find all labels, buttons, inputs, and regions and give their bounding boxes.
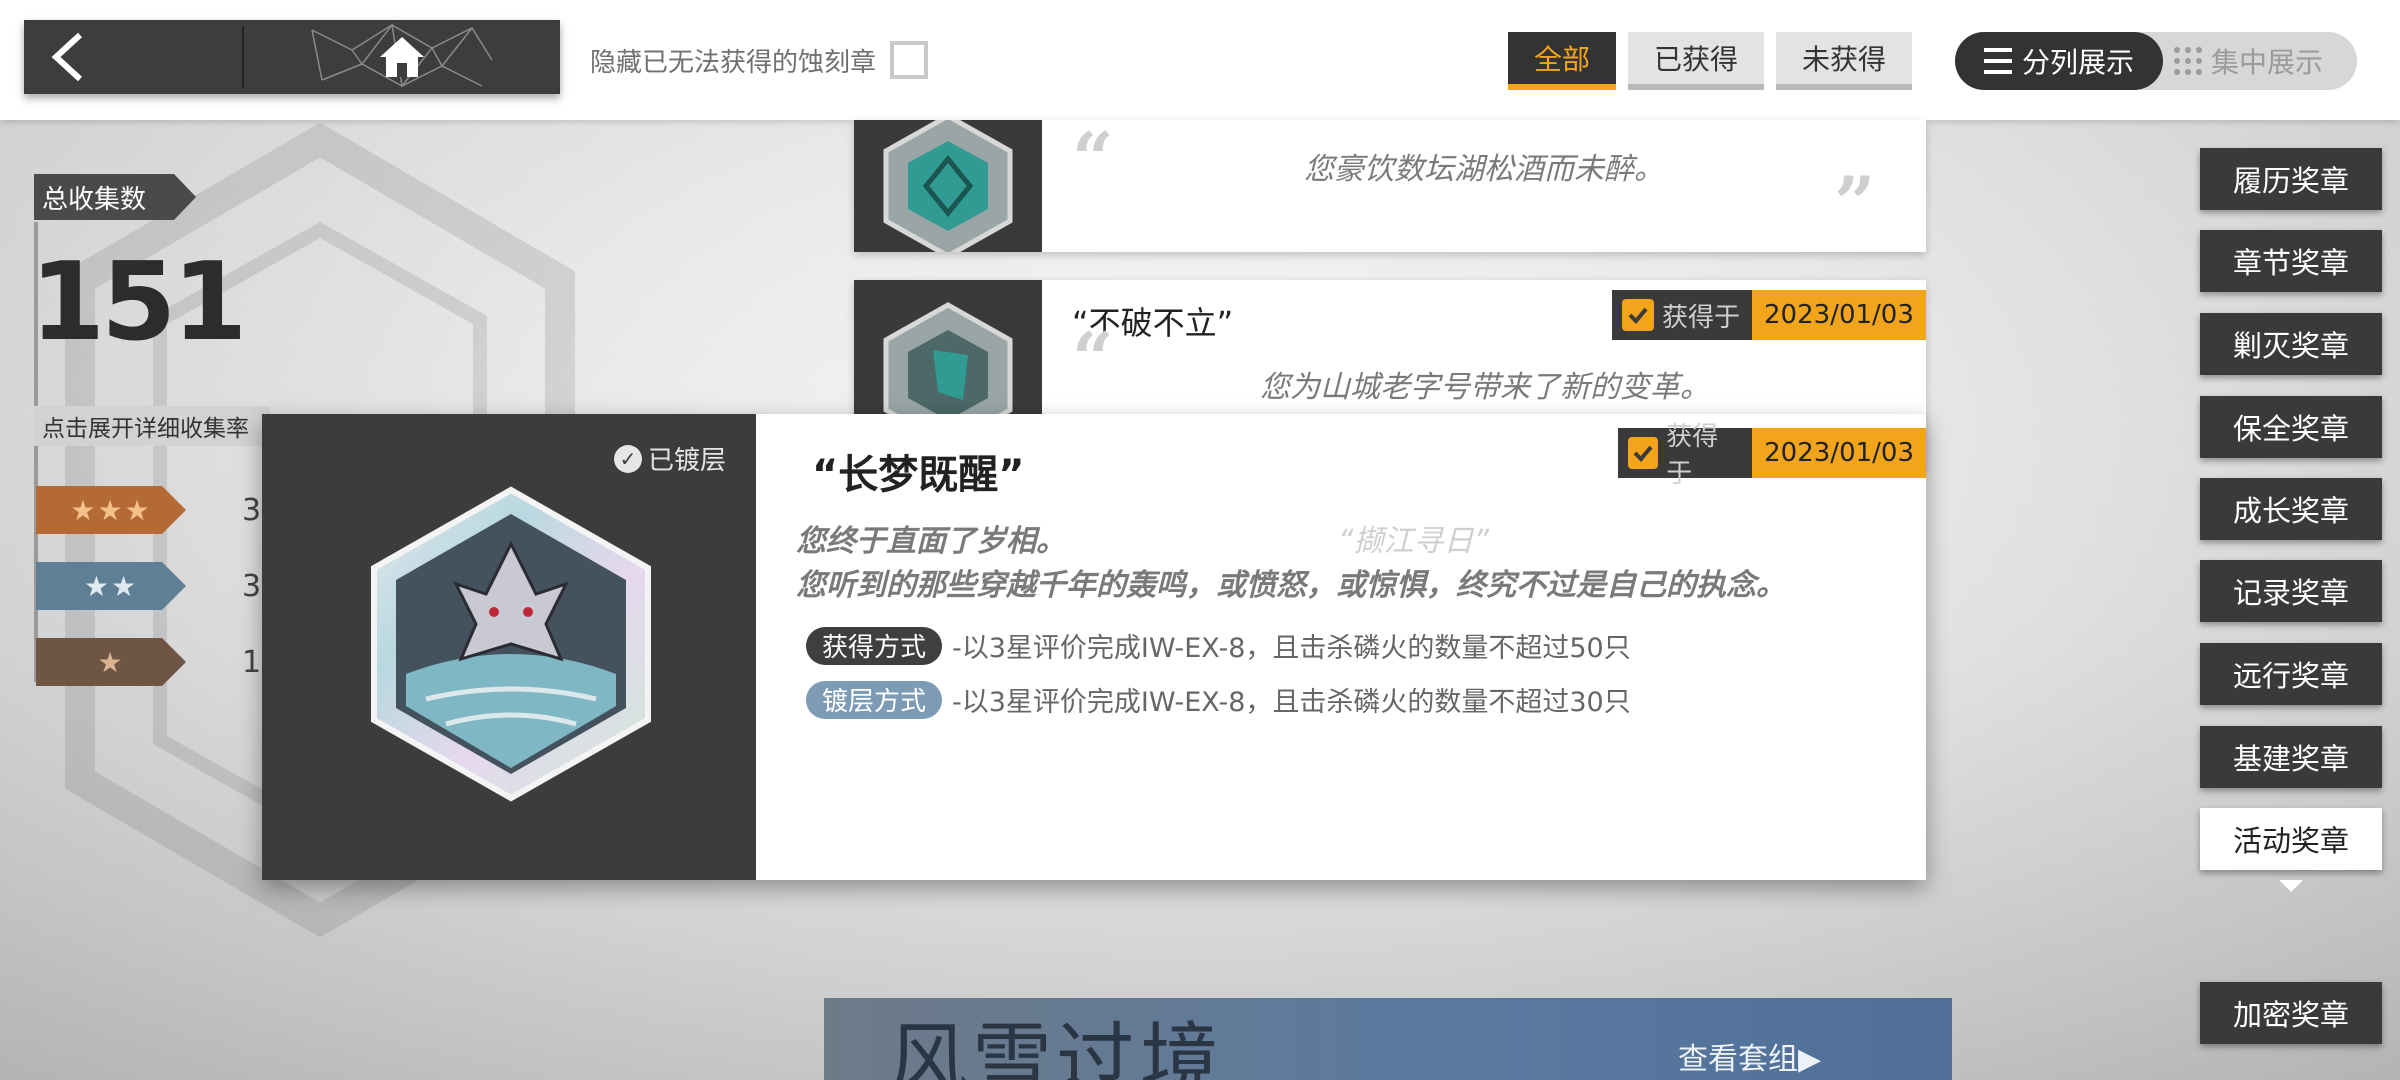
obtain-method-text: -以3星评价完成IW-EX-8，且击杀磷火的数量不超过50只 bbox=[952, 633, 1631, 664]
total-collection-label: 总收集数 bbox=[34, 174, 196, 220]
medal-detail-artwork: ✓ 已镀层 bbox=[262, 414, 756, 880]
obtained-label-box: 获得于 bbox=[1612, 290, 1753, 340]
medal-detail-panel[interactable]: ✓ 已镀层 “长梦既醒” 获得于 2023/01/03 您终于直面了岁相。 “撷… bbox=[262, 414, 1926, 880]
nav-item-encrypted[interactable]: 加密奖章 bbox=[2200, 982, 2382, 1044]
home-icon bbox=[380, 37, 424, 77]
plating-method-text: -以3星评价完成IW-EX-8，且击杀磷火的数量不超过30只 bbox=[952, 687, 1631, 718]
top-bar: 隐藏已无法获得的蚀刻章 全部 已获得 未获得 分列展示 集中展示 bbox=[0, 0, 2400, 120]
hide-unobtainable-checkbox[interactable] bbox=[890, 41, 929, 79]
nav-item-resume[interactable]: 履历奖章 bbox=[2200, 148, 2382, 210]
nav-item-chapter[interactable]: 章节奖章 bbox=[2200, 230, 2382, 292]
background-card-title-ghost: “撷江寻日” bbox=[1338, 524, 1490, 559]
filter-all[interactable]: 全部 bbox=[1508, 32, 1617, 90]
home-button[interactable] bbox=[244, 20, 560, 94]
filter-tabs: 全部 已获得 未获得 bbox=[1508, 32, 1913, 90]
active-pointer-icon bbox=[2279, 880, 2303, 892]
total-collection-value: 151 bbox=[30, 240, 247, 365]
back-button[interactable] bbox=[24, 20, 242, 94]
obtained-badge: 获得于 2023/01/03 bbox=[1612, 290, 1926, 340]
medal-card-description: 您豪饮数坛湖松酒而未醉。 bbox=[1304, 152, 1664, 187]
plating-method-row: 镀层方式 -以3星评价完成IW-EX-8，且击杀磷火的数量不超过30只 bbox=[806, 680, 1631, 719]
check-circle-icon: ✓ bbox=[613, 444, 642, 473]
filter-obtained[interactable]: 已获得 bbox=[1628, 32, 1765, 90]
nav-item-base[interactable]: 基建奖章 bbox=[2200, 726, 2382, 788]
nav-item-annihilation[interactable]: 剿灭奖章 bbox=[2200, 313, 2382, 375]
hide-unobtainable-row[interactable]: 隐藏已无法获得的蚀刻章 bbox=[590, 38, 929, 82]
obtained-label-box: 获得于 bbox=[1618, 422, 1753, 489]
stat-row-three-star: ★★★ 3 bbox=[36, 486, 272, 534]
expand-detail-button[interactable]: 点击展开详细收集率 bbox=[34, 406, 270, 446]
three-star-tag: ★★★ bbox=[36, 486, 186, 534]
hide-unobtainable-label: 隐藏已无法获得的蚀刻章 bbox=[590, 47, 877, 78]
close-quote-icon: ” bbox=[1834, 160, 1876, 245]
obtained-label: 获得于 bbox=[1666, 422, 1719, 489]
view-set-link[interactable]: 查看套组▶ bbox=[1678, 1034, 1821, 1078]
filter-not-obtained[interactable]: 未获得 bbox=[1776, 32, 1913, 90]
set-banner[interactable]: 风雪过境 查看套组▶ bbox=[824, 998, 1952, 1080]
view-list-label: 分列展示 bbox=[2021, 46, 2134, 79]
chevron-left-icon bbox=[51, 32, 83, 82]
obtain-method-tag: 获得方式 bbox=[806, 626, 943, 665]
obtain-method-row: 获得方式 -以3星评价完成IW-EX-8，且击杀磷火的数量不超过50只 bbox=[806, 626, 1631, 665]
stat-row-one-star: ★ 110 bbox=[36, 638, 299, 686]
nav-box bbox=[24, 20, 560, 94]
view-grid-button[interactable]: 集中展示 bbox=[2173, 32, 2353, 90]
three-star-count: 3 bbox=[242, 492, 262, 528]
nav-item-event[interactable]: 活动奖章 bbox=[2200, 808, 2382, 870]
obtained-label: 获得于 bbox=[1662, 302, 1741, 333]
nav-item-security[interactable]: 保全奖章 bbox=[2200, 396, 2382, 458]
plated-indicator: ✓ 已镀层 bbox=[613, 440, 726, 477]
obtained-date: 2023/01/03 bbox=[1752, 428, 1926, 478]
nav-item-journey[interactable]: 远行奖章 bbox=[2200, 643, 2382, 705]
medal-card[interactable]: “ 您豪饮数坛湖松酒而未醉。 ” bbox=[854, 116, 1926, 252]
set-banner-title: 风雪过境 bbox=[888, 1014, 1224, 1080]
view-list-button[interactable]: 分列展示 bbox=[1955, 32, 2163, 90]
nav-item-growth[interactable]: 成长奖章 bbox=[2200, 478, 2382, 540]
obtained-badge: 获得于 2023/01/03 bbox=[1618, 422, 1926, 489]
check-icon bbox=[1622, 299, 1654, 331]
list-icon bbox=[1983, 48, 2012, 74]
medal-thumbnail bbox=[854, 120, 1042, 252]
medal-teal-icon bbox=[883, 120, 1013, 252]
plating-method-tag: 镀层方式 bbox=[806, 680, 943, 719]
two-star-tag: ★★ bbox=[36, 562, 186, 610]
check-icon bbox=[1628, 437, 1659, 469]
medal-detail-description-2: 您听到的那些穿越千年的轰鸣，或愤怒，或惊惧，终究不过是自己的执念。 bbox=[796, 568, 1786, 603]
open-quote-icon: “ bbox=[1072, 316, 1114, 401]
one-star-tag: ★ bbox=[36, 638, 186, 686]
medal-dragon-icon bbox=[371, 486, 651, 802]
medal-detail-title: “长梦既醒” bbox=[812, 452, 1025, 498]
grid-dots-icon bbox=[2174, 47, 2202, 75]
view-grid-label: 集中展示 bbox=[2211, 46, 2324, 79]
nav-item-record[interactable]: 记录奖章 bbox=[2200, 560, 2382, 622]
view-mode-toggle: 分列展示 集中展示 bbox=[1955, 32, 2357, 90]
medal-card-description: 您为山城老字号带来了新的变革。 bbox=[1260, 370, 1710, 405]
open-quote-icon: “ bbox=[1072, 116, 1114, 201]
stat-row-two-star: ★★ 38 bbox=[36, 562, 280, 610]
obtained-date: 2023/01/03 bbox=[1752, 290, 1926, 340]
medal-detail-description-1: 您终于直面了岁相。 bbox=[796, 524, 1066, 559]
plated-label: 已镀层 bbox=[647, 446, 726, 476]
